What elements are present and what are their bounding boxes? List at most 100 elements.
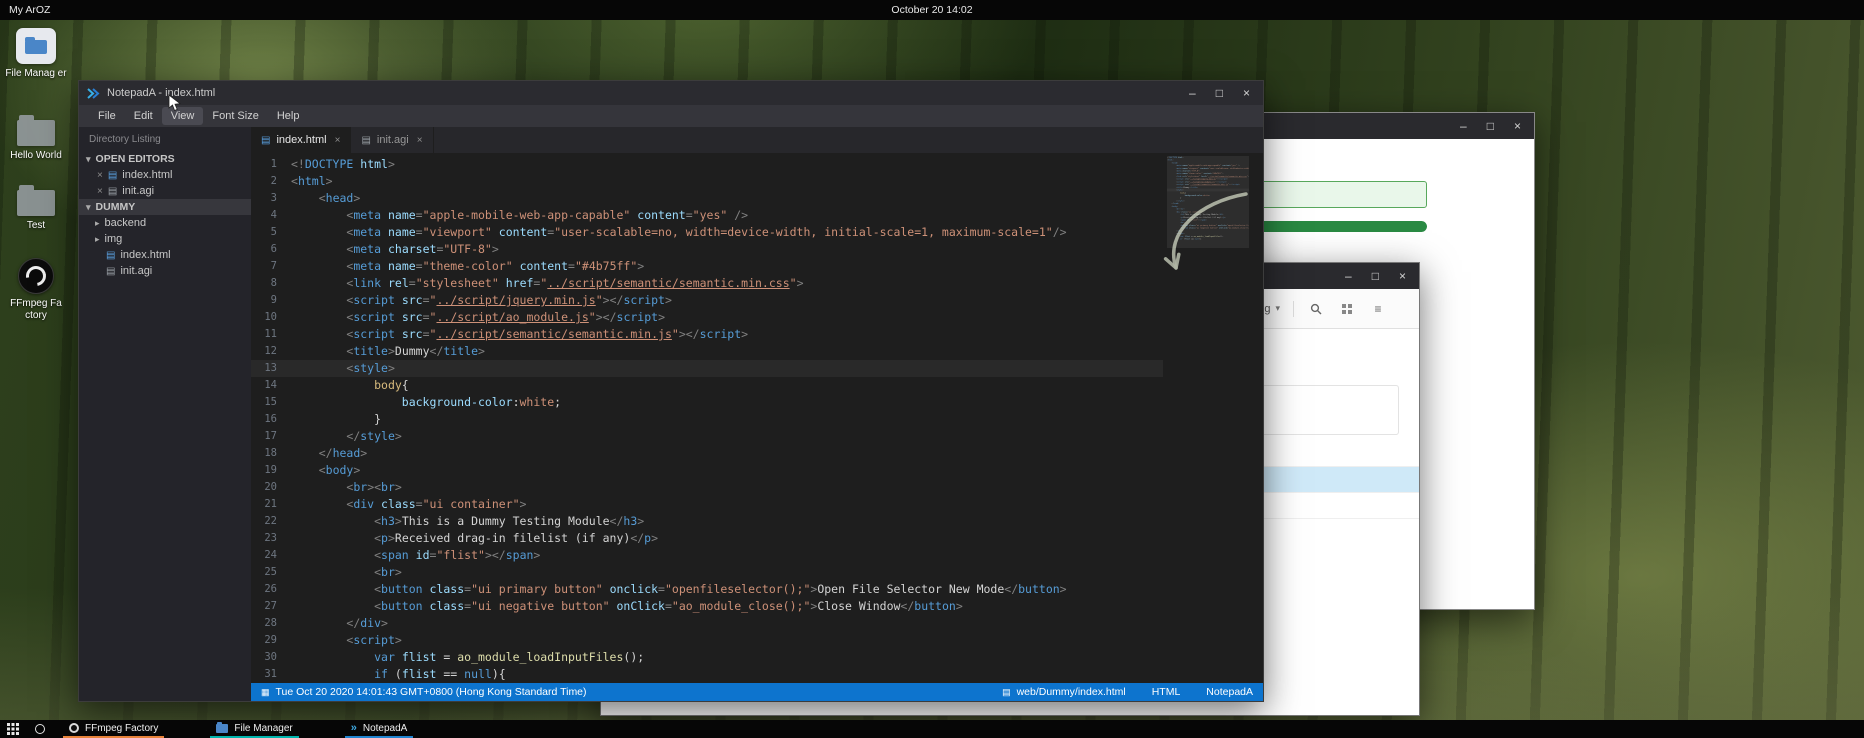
code-line-31[interactable]: 31 if (flist == null){	[251, 666, 1163, 683]
menu-edit[interactable]: Edit	[125, 107, 162, 125]
line-number: 27	[251, 598, 291, 615]
menu-help[interactable]: Help	[268, 107, 309, 125]
file-name: index.html	[120, 249, 170, 261]
minimap[interactable]: <!DOCTYPE html><html> <head> <meta name=…	[1167, 156, 1249, 306]
code-line-8[interactable]: 8 <link rel="stylesheet" href="../script…	[251, 275, 1163, 292]
calendar-icon: ▦	[261, 687, 270, 698]
code-line-4[interactable]: 4 <meta name="apple-mobile-web-app-capab…	[251, 207, 1163, 224]
code-line-24[interactable]: 24 <span id="flist"></span>	[251, 547, 1163, 564]
file-icon: ▤	[261, 135, 270, 146]
code-line-2[interactable]: 2<html>	[251, 173, 1163, 190]
toolbar-divider	[1293, 301, 1294, 317]
close-tab-icon[interactable]: ×	[417, 135, 423, 146]
list-view-button[interactable]: ≡	[1369, 300, 1387, 318]
status-language[interactable]: HTML	[1152, 686, 1181, 698]
code-line-5[interactable]: 5 <meta name="viewport" content="user-sc…	[251, 224, 1163, 241]
tree-folder-backend[interactable]: ▸backend	[79, 215, 251, 231]
open-editor-index.html[interactable]: ×▤index.html	[79, 167, 251, 183]
code-line-25[interactable]: 25 <br>	[251, 564, 1163, 581]
code-editor[interactable]: 1<!DOCTYPE html>2<html>3 <head>4 <meta n…	[251, 153, 1263, 683]
close-icon[interactable]: ×	[1399, 270, 1406, 282]
code-line-14[interactable]: 14 body{	[251, 377, 1163, 394]
minimize-icon[interactable]: –	[1345, 270, 1352, 282]
tree-file-index.html[interactable]: ▤ index.html	[79, 247, 251, 263]
desktop-icon-file-manag-er[interactable]: File Manag er	[4, 28, 68, 80]
minimize-icon[interactable]: –	[1460, 120, 1467, 132]
maximize-icon[interactable]: □	[1216, 87, 1223, 99]
code-line-9[interactable]: 9 <script src="../script/jquery.min.js">…	[251, 292, 1163, 309]
code-line-23[interactable]: 23 <p>Received drag-in filelist (if any)…	[251, 530, 1163, 547]
status-file-path[interactable]: ▤ web/Dummy/index.html	[1002, 686, 1126, 698]
tab-init.agi[interactable]: ▤init.agi×	[351, 127, 433, 153]
code-line-10[interactable]: 10 <script src="../script/ao_module.js">…	[251, 309, 1163, 326]
code-line-18[interactable]: 18 </head>	[251, 445, 1163, 462]
window-controls: – □ ×	[1189, 87, 1263, 99]
code-line-11[interactable]: 11 <script src="../script/semantic/seman…	[251, 326, 1163, 343]
code-line-13[interactable]: 13 <style>	[251, 360, 1163, 377]
tree-folder-img[interactable]: ▸img	[79, 231, 251, 247]
line-number: 9	[251, 292, 291, 309]
open-editors-list: ×▤index.html×▤init.agi	[79, 167, 251, 199]
code-lines[interactable]: 1<!DOCTYPE html>2<html>3 <head>4 <meta n…	[251, 156, 1163, 683]
close-file-icon[interactable]: ×	[97, 186, 103, 197]
code-line-22[interactable]: 22 <h3>This is a Dummy Testing Module</h…	[251, 513, 1163, 530]
taskbar-item-ffmpeg-factory[interactable]: FFmpeg Factory	[63, 720, 164, 738]
close-file-icon[interactable]: ×	[97, 170, 103, 181]
section-label: DUMMY	[96, 201, 136, 213]
file-icon: ▤	[106, 250, 115, 261]
code-line-30[interactable]: 30 var flist = ao_module_loadInputFiles(…	[251, 649, 1163, 666]
menu-font-size[interactable]: Font Size	[203, 107, 267, 125]
open-editor-init.agi[interactable]: ×▤init.agi	[79, 183, 251, 199]
system-circle-icon[interactable]	[35, 724, 45, 734]
code-line-27[interactable]: 27 <button class="ui negative button" on…	[251, 598, 1163, 615]
filemanager-icon	[16, 28, 56, 64]
file-name: img	[105, 233, 123, 245]
notepada-window: NotepadA - index.html – □ × FileEditView…	[78, 80, 1264, 702]
code-line-21[interactable]: 21 <div class="ui container">	[251, 496, 1163, 513]
minimize-icon[interactable]: –	[1189, 87, 1196, 99]
taskbar-item-file-manager[interactable]: File Manager	[210, 720, 298, 738]
close-icon[interactable]: ×	[1243, 87, 1250, 99]
tab-label: index.html	[276, 134, 326, 146]
round-icon	[69, 723, 79, 733]
code-line-29[interactable]: 29 <script>	[251, 632, 1163, 649]
close-icon[interactable]: ×	[1514, 120, 1521, 132]
code-line-26[interactable]: 26 <button class="ui primary button" onc…	[251, 581, 1163, 598]
notepada-titlebar[interactable]: NotepadA - index.html – □ ×	[79, 81, 1263, 105]
tab-index.html[interactable]: ▤ index.html ×	[251, 127, 351, 153]
code-line-15[interactable]: 15 background-color:white;	[251, 394, 1163, 411]
code-line-3[interactable]: 3 <head>	[251, 190, 1163, 207]
chevron-right-icon: ▸	[95, 218, 100, 229]
minimap-slider[interactable]	[1167, 156, 1249, 248]
desktop-icon-hello-world[interactable]: Hello World	[4, 120, 68, 162]
maximize-icon[interactable]: □	[1372, 270, 1379, 282]
code-line-17[interactable]: 17 </style>	[251, 428, 1163, 445]
host-menu[interactable]: My ArOZ	[0, 4, 50, 16]
code-line-1[interactable]: 1<!DOCTYPE html>	[251, 156, 1163, 173]
code-line-19[interactable]: 19 <body>	[251, 462, 1163, 479]
file-icon: ▤	[106, 266, 115, 277]
code-line-12[interactable]: 12 <title>Dummy</title>	[251, 343, 1163, 360]
search-button[interactable]	[1307, 300, 1325, 318]
menu-view[interactable]: View	[162, 107, 204, 125]
code-line-20[interactable]: 20 <br><br>	[251, 479, 1163, 496]
taskbar-item-notepada[interactable]: NotepadA	[345, 720, 414, 738]
folder-dummy-section[interactable]: ▾ DUMMY	[79, 199, 251, 215]
grid-view-button[interactable]	[1338, 300, 1356, 318]
line-number: 21	[251, 496, 291, 513]
grid-icon	[1342, 304, 1352, 314]
maximize-icon[interactable]: □	[1487, 120, 1494, 132]
close-tab-icon[interactable]: ×	[335, 135, 341, 146]
line-number: 24	[251, 547, 291, 564]
code-line-28[interactable]: 28 </div>	[251, 615, 1163, 632]
code-line-6[interactable]: 6 <meta charset="UTF-8">	[251, 241, 1163, 258]
desktop-icon-test[interactable]: Test	[4, 190, 68, 232]
desktop-icon-ffmpeg-fa-ctory[interactable]: FFmpeg Fa ctory	[4, 258, 68, 322]
line-number: 25	[251, 564, 291, 581]
code-line-7[interactable]: 7 <meta name="theme-color" content="#4b7…	[251, 258, 1163, 275]
menu-file[interactable]: File	[89, 107, 125, 125]
launcher-grid-icon[interactable]	[7, 723, 19, 735]
code-line-16[interactable]: 16 }	[251, 411, 1163, 428]
open-editors-section[interactable]: ▾ OPEN EDITORS	[79, 151, 251, 167]
tree-file-init.agi[interactable]: ▤init.agi	[79, 263, 251, 279]
